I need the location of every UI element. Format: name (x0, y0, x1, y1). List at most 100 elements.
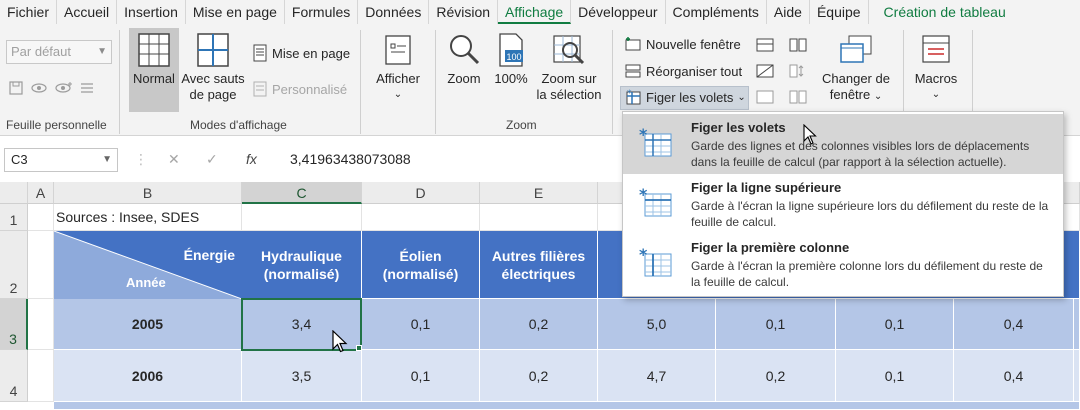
split-icon[interactable] (755, 37, 775, 53)
cell-c1[interactable] (242, 204, 362, 231)
group-label-zoom: Zoom (506, 118, 537, 132)
arrange-all-icon (625, 64, 641, 78)
fill-handle[interactable] (356, 345, 362, 351)
tab-equipe[interactable]: Équipe (810, 0, 869, 24)
row-5-partial[interactable] (54, 402, 1080, 410)
column-header-d[interactable]: D (362, 182, 480, 204)
menu-item-freeze-panes[interactable]: * Figer les volets Garde des lignes et d… (623, 114, 1063, 174)
save-view-icon[interactable] (8, 80, 26, 96)
year-cell-2006[interactable]: 2006 (54, 350, 242, 402)
row-header-4[interactable]: 4 (0, 350, 28, 402)
cancel-icon[interactable]: ✕ (168, 151, 180, 168)
custom-views-icon (253, 81, 267, 97)
enter-icon[interactable]: ✓ (206, 151, 218, 168)
column-header-e[interactable]: E (480, 182, 598, 204)
column-header-a[interactable]: A (28, 182, 54, 204)
ribbon-divider (119, 30, 120, 134)
tab-aide[interactable]: Aide (767, 0, 810, 24)
header-eolien[interactable]: Éolien (normalisé) (362, 231, 480, 299)
cell-d3[interactable]: 0,1 (362, 299, 480, 350)
chevron-down-icon: ⌄ (737, 91, 746, 103)
show-button[interactable]: Afficher ⌄ (370, 32, 426, 103)
cell-e4[interactable]: 0,2 (480, 350, 598, 402)
row-header-1[interactable]: 1 (0, 204, 28, 231)
new-window-button[interactable]: Nouvelle fenêtre (624, 36, 741, 52)
reset-position-icon[interactable] (788, 89, 808, 105)
menu-item-freeze-top-row[interactable]: * Figer la ligne supérieure Garde à l'éc… (623, 174, 1063, 234)
freeze-top-row-desc: Garde à l'écran la ligne supérieure lors… (691, 199, 1049, 229)
cell-a3[interactable] (28, 299, 54, 350)
name-box[interactable]: C3 ▼ (4, 148, 118, 172)
cell-i3[interactable]: 0,4 (954, 299, 1074, 350)
cell-d4[interactable]: 0,1 (362, 350, 480, 402)
view-eye-icon[interactable] (30, 80, 50, 96)
cell-d1[interactable] (362, 204, 480, 231)
tab-formules[interactable]: Formules (285, 0, 359, 24)
tab-affichage[interactable]: Affichage (498, 0, 572, 24)
cell-a1[interactable] (28, 204, 54, 231)
row-header-2[interactable]: 2 (0, 231, 28, 299)
cell-h3[interactable]: 0,1 (836, 299, 954, 350)
freeze-panes-menu-icon: * (639, 128, 672, 157)
hide-window-icon[interactable] (755, 63, 775, 79)
sync-scroll-icon[interactable] (788, 63, 808, 79)
cell-f3[interactable]: 5,0 (598, 299, 716, 350)
tab-insertion[interactable]: Insertion (117, 0, 186, 24)
zoom-selection-label-1: Zoom sur (541, 71, 597, 86)
cell-j3[interactable] (1074, 299, 1080, 350)
tab-developpeur[interactable]: Développeur (571, 0, 666, 24)
corner-header-cell[interactable]: Énergie Année (54, 231, 242, 299)
column-header-c[interactable]: C (242, 182, 362, 204)
cell-a2[interactable] (28, 231, 54, 299)
source-note[interactable]: Sources : Insee, SDES (54, 204, 242, 231)
cell-j4[interactable] (1074, 350, 1080, 402)
zoom-selection-label-2: la sélection (536, 87, 602, 102)
tab-accueil[interactable]: Accueil (57, 0, 118, 24)
tab-donnees[interactable]: Données (358, 0, 430, 24)
new-view-eye-icon[interactable] (54, 80, 74, 96)
zoom-100-button[interactable]: 100 100% (490, 32, 532, 87)
zoom-button[interactable]: Zoom (440, 32, 488, 87)
sheet-view-value: Par défaut (11, 44, 71, 59)
arrange-all-button[interactable]: Réorganiser tout (624, 63, 742, 79)
sheet-view-dropdown[interactable]: Par défaut ▼ (6, 40, 112, 64)
side-by-side-icon[interactable] (788, 37, 808, 53)
year-cell-2005[interactable]: 2005 (54, 299, 242, 350)
header-hydraulique[interactable]: Hydraulique (normalisé) (242, 231, 362, 299)
cell-a4[interactable] (28, 350, 54, 402)
switch-window-button[interactable]: Changer de fenêtre ⌄ (816, 32, 896, 105)
view-list-icon[interactable] (78, 80, 96, 96)
zoom-selection-button[interactable]: Zoom sur la sélection (534, 32, 604, 103)
column-header-b[interactable]: B (54, 182, 242, 204)
new-window-icon (625, 37, 641, 51)
cell-g4[interactable]: 0,2 (716, 350, 836, 402)
cell-i4[interactable]: 0,4 (954, 350, 1074, 402)
freeze-panes-label: Figer les volets (646, 89, 734, 105)
cell-h4[interactable]: 0,1 (836, 350, 954, 402)
svg-text:100: 100 (506, 52, 521, 62)
row-header-3[interactable]: 3 (0, 299, 28, 350)
tab-mise-en-page[interactable]: Mise en page (186, 0, 285, 24)
page-layout-button[interactable]: Mise en page (252, 44, 350, 62)
select-all-corner[interactable] (0, 182, 28, 204)
cell-e1[interactable] (480, 204, 598, 231)
chevron-down-icon: ⌄ (873, 91, 883, 102)
normal-view-button[interactable]: Normal (129, 32, 179, 87)
insert-function-icon[interactable]: fx (246, 151, 257, 167)
header-autres-filieres[interactable]: Autres filières électriques (480, 231, 598, 299)
tab-creation-de-tableau[interactable]: Création de tableau (877, 0, 1013, 24)
cell-c4[interactable]: 3,5 (242, 350, 362, 402)
cell-f4[interactable]: 4,7 (598, 350, 716, 402)
cell-g3[interactable]: 0,1 (716, 299, 836, 350)
unhide-window-icon[interactable] (755, 89, 775, 105)
tab-fichier[interactable]: Fichier (0, 0, 58, 24)
custom-views-button[interactable]: Personnalisé (252, 80, 347, 98)
macros-button[interactable]: Macros ⌄ (908, 32, 964, 103)
freeze-panes-button[interactable]: * Figer les volets ⌄ (624, 89, 746, 105)
cell-e3[interactable]: 0,2 (480, 299, 598, 350)
formula-input[interactable]: 3,41963438073088 (290, 151, 411, 167)
menu-item-freeze-first-column[interactable]: * Figer la première colonne Garde à l'éc… (623, 234, 1063, 294)
page-break-view-button[interactable]: Avec sauts de page (180, 32, 246, 103)
tab-revision[interactable]: Révision (429, 0, 499, 24)
tab-complements[interactable]: Compléments (666, 0, 767, 24)
